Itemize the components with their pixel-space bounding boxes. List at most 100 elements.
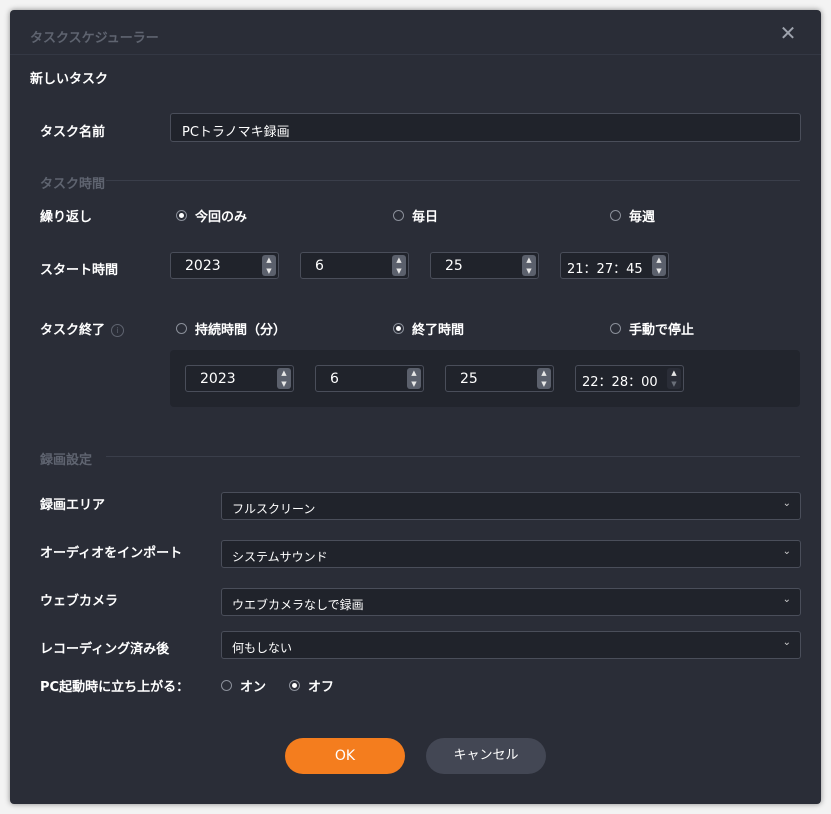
task-name-input[interactable]: PCトラノマキ録画 — [170, 113, 801, 142]
info-icon[interactable]: i — [111, 324, 125, 337]
record-section-title: 録画設定 — [40, 453, 93, 468]
stepper-buttons: ▲ ▼ — [652, 255, 666, 276]
stepper-buttons: ▲ ▼ — [277, 368, 291, 389]
audio-input-select[interactable]: システムサウンド ⌄ — [221, 540, 801, 568]
startup-on-radio[interactable]: オン — [221, 676, 266, 695]
end-manual-label: 手動で停止 — [629, 323, 695, 338]
chevron-down-icon[interactable]: ▼ — [392, 266, 406, 276]
record-area-value: フルスクリーン — [232, 502, 316, 516]
task-time-section-title: タスク時間 — [40, 177, 106, 192]
chevron-up-icon[interactable]: ▲ — [667, 368, 681, 378]
stepper-buttons: ▲ ▼ — [407, 368, 421, 389]
start-time-label: スタート時間 — [40, 263, 119, 278]
chevron-down-icon: ⌄ — [782, 498, 791, 509]
section-divider — [106, 180, 800, 181]
cancel-button[interactable]: キャンセル — [426, 738, 546, 774]
end-year-stepper[interactable]: 2023 ▲ ▼ — [185, 365, 294, 392]
new-task-heading: 新しいタスク — [30, 72, 109, 87]
radio-unselected-icon — [393, 210, 404, 221]
chevron-up-icon[interactable]: ▲ — [277, 368, 291, 378]
radio-selected-icon — [176, 210, 187, 221]
radio-selected-icon — [289, 680, 300, 691]
title-bar: タスクスケジューラー ✕ — [10, 10, 821, 55]
end-time-radio[interactable]: 終了時間 — [393, 319, 464, 338]
end-duration-radio[interactable]: 持続時間（分） — [176, 319, 286, 338]
chevron-down-icon[interactable]: ▼ — [277, 379, 291, 389]
startup-off-radio[interactable]: オフ — [289, 676, 334, 695]
chevron-up-icon[interactable]: ▲ — [262, 255, 276, 265]
ok-button[interactable]: OK — [285, 738, 405, 774]
task-end-label: タスク終了 — [40, 323, 106, 338]
chevron-up-icon[interactable]: ▲ — [522, 255, 536, 265]
chevron-up-icon[interactable]: ▲ — [407, 368, 421, 378]
end-duration-label: 持続時間（分） — [195, 323, 287, 338]
repeat-weekly-radio[interactable]: 毎週 — [610, 206, 655, 225]
stepper-buttons: ▲ ▼ — [667, 368, 681, 389]
start-year-stepper[interactable]: 2023 ▲ ▼ — [170, 252, 279, 279]
start-day-stepper[interactable]: 25 ▲ ▼ — [430, 252, 539, 279]
end-month-stepper[interactable]: 6 ▲ ▼ — [315, 365, 424, 392]
chevron-down-icon[interactable]: ▼ — [522, 266, 536, 276]
radio-unselected-icon — [221, 680, 232, 691]
window-title: タスクスケジューラー — [30, 31, 159, 46]
start-time-stepper[interactable]: 21：27：45 ▲ ▼ — [560, 252, 669, 279]
webcam-select[interactable]: ウエブカメラなしで録画 ⌄ — [221, 588, 801, 616]
after-recording-value: 何もしない — [232, 641, 293, 655]
repeat-weekly-label: 毎週 — [629, 210, 656, 225]
webcam-label: ウェブカメラ — [40, 594, 119, 609]
stepper-buttons: ▲ ▼ — [537, 368, 551, 389]
start-time-value: 21：27：45 — [567, 262, 643, 277]
chevron-down-icon[interactable]: ▼ — [262, 266, 276, 276]
stepper-buttons: ▲ ▼ — [262, 255, 276, 276]
start-day-value: 25 — [445, 258, 463, 274]
record-area-label: 録画エリア — [40, 498, 106, 513]
after-recording-label: レコーディング済み後 — [40, 642, 170, 657]
webcam-value: ウエブカメラなしで録画 — [232, 598, 364, 612]
repeat-daily-label: 毎日 — [412, 210, 439, 225]
chevron-up-icon[interactable]: ▲ — [392, 255, 406, 265]
end-year-value: 2023 — [200, 371, 236, 387]
repeat-once-label: 今回のみ — [195, 210, 248, 225]
repeat-label: 繰り返し — [40, 210, 93, 225]
audio-input-value: システムサウンド — [232, 550, 328, 564]
end-time-stepper[interactable]: 22：28：00 ▲ ▼ — [575, 365, 684, 392]
radio-unselected-icon — [610, 323, 621, 334]
end-day-stepper[interactable]: 25 ▲ ▼ — [445, 365, 554, 392]
chevron-up-icon[interactable]: ▲ — [652, 255, 666, 265]
repeat-once-radio[interactable]: 今回のみ — [176, 206, 247, 225]
repeat-daily-radio[interactable]: 毎日 — [393, 206, 438, 225]
stepper-buttons: ▲ ▼ — [522, 255, 536, 276]
record-area-select[interactable]: フルスクリーン ⌄ — [221, 492, 801, 520]
start-year-value: 2023 — [185, 258, 221, 274]
section-divider — [106, 456, 800, 457]
startup-on-label: オン — [240, 680, 267, 695]
task-name-value: PCトラノマキ録画 — [182, 125, 290, 140]
end-time-value: 22：28：00 — [582, 375, 658, 390]
start-month-stepper[interactable]: 6 ▲ ▼ — [300, 252, 409, 279]
chevron-down-icon[interactable]: ▼ — [667, 379, 681, 389]
chevron-down-icon[interactable]: ▼ — [407, 379, 421, 389]
close-icon[interactable]: ✕ — [777, 22, 799, 44]
task-scheduler-dialog: タスクスケジューラー ✕ 新しいタスク タスク名前 PCトラノマキ録画 タスク時… — [10, 10, 821, 804]
chevron-up-icon[interactable]: ▲ — [537, 368, 551, 378]
chevron-down-icon[interactable]: ▼ — [537, 379, 551, 389]
chevron-down-icon: ⌄ — [782, 637, 791, 648]
stepper-buttons: ▲ ▼ — [392, 255, 406, 276]
task-end-label-group: タスク終了 i — [40, 319, 125, 338]
end-month-value: 6 — [330, 371, 339, 387]
startup-label: PC起動時に立ち上がる： — [40, 680, 190, 695]
end-time-option-label: 終了時間 — [412, 323, 465, 338]
chevron-down-icon: ⌄ — [782, 594, 791, 605]
radio-unselected-icon — [610, 210, 621, 221]
chevron-down-icon[interactable]: ▼ — [652, 266, 666, 276]
startup-off-label: オフ — [308, 680, 335, 695]
audio-input-label: オーディオをインポート — [40, 546, 183, 561]
task-name-label: タスク名前 — [40, 125, 106, 140]
chevron-down-icon: ⌄ — [782, 546, 791, 557]
end-day-value: 25 — [460, 371, 478, 387]
radio-unselected-icon — [176, 323, 187, 334]
after-recording-select[interactable]: 何もしない ⌄ — [221, 631, 801, 659]
radio-selected-icon — [393, 323, 404, 334]
start-month-value: 6 — [315, 258, 324, 274]
end-manual-radio[interactable]: 手動で停止 — [610, 319, 694, 338]
